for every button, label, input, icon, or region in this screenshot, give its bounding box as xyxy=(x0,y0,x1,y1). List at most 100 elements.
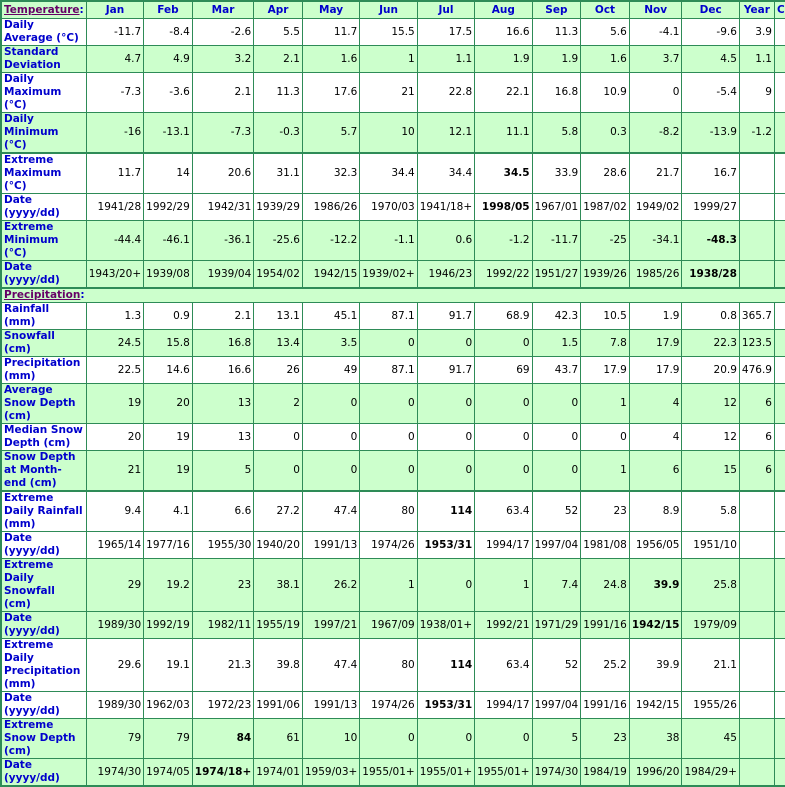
table-row-snowfall: Snowfall (cm) 24.5 15.8 16.8 13.4 3.5 0 0 0 1.5 7.… xyxy=(0,329,785,357)
cell-apr: 1939/29 xyxy=(253,193,303,221)
cell-nov: 39.9 xyxy=(628,638,683,692)
cell-apr: 13.4 xyxy=(253,329,303,357)
cell-aug: 1992/22 xyxy=(474,260,533,289)
cell-nov: 17.9 xyxy=(628,356,683,384)
precipitation-header: Precipitation: xyxy=(0,287,785,303)
precipitation-section: Rainfall (mm) 1.3 0.9 2.1 13.1 45.1 87.1 91.7 68… xyxy=(0,302,785,787)
cell-sep: 1997/04 xyxy=(531,691,582,719)
cell-year: -1.2 xyxy=(738,112,775,154)
row-label: Daily Average (°C) xyxy=(0,18,87,46)
cell-aug: 1998/05 xyxy=(474,193,533,221)
cell-apr: 1974/01 xyxy=(253,758,303,787)
cell-mar: 2.1 xyxy=(191,72,255,113)
cell-nov: -34.1 xyxy=(628,220,683,261)
cell-jun: 87.1 xyxy=(359,302,418,330)
precipitation-link[interactable]: Precipitation xyxy=(4,289,80,301)
cell-jun: 0 xyxy=(359,718,418,759)
cell-code: A xyxy=(773,356,785,384)
cell-feb: 4.1 xyxy=(143,490,193,532)
cell-sep: 5 xyxy=(531,718,582,759)
cell-aug: 69 xyxy=(474,356,533,384)
cell-feb: 0.9 xyxy=(143,302,193,330)
cell-feb: 1977/16 xyxy=(143,531,193,559)
cell-feb: -13.1 xyxy=(143,112,193,154)
cell-oct: 0 xyxy=(580,423,630,451)
row-label: Average Snow Depth (cm) xyxy=(0,383,87,424)
cell-apr: 26 xyxy=(253,356,303,384)
cell-jun: 0 xyxy=(359,383,418,424)
row-label: Date (yyyy/dd) xyxy=(0,691,87,719)
cell-code: A xyxy=(773,45,785,73)
cell-dec: 12 xyxy=(681,383,740,424)
cell-sep: -11.7 xyxy=(531,220,582,261)
cell-jun: 1967/09 xyxy=(359,611,418,639)
cell-may: 45.1 xyxy=(301,302,361,330)
cell-jul: 12.1 xyxy=(416,112,476,154)
cell-apr: 31.1 xyxy=(253,152,303,194)
cell-sep: 42.3 xyxy=(531,302,582,330)
temperature-section-title: Temperature: xyxy=(0,0,87,19)
row-label: Extreme Daily Snowfall (cm) xyxy=(0,558,87,612)
cell-jul: 0 xyxy=(416,558,476,612)
table-row-date: Date (yyyy/dd) 1989/30 1962/03 1972/23 1991/… xyxy=(0,691,785,719)
cell-apr: 2 xyxy=(253,383,303,424)
cell-dec: 1951/10 xyxy=(681,531,740,559)
cell-mar: 20.6 xyxy=(191,152,255,194)
cell-jul: 1946/23 xyxy=(416,260,476,289)
cell-nov: 1942/15 xyxy=(628,691,683,719)
table-row-rainfall: Rainfall (mm) 1.3 0.9 2.1 13.1 45.1 87.1 91.7 68… xyxy=(0,302,785,330)
cell-year: 6 xyxy=(738,423,775,451)
cell-may: 49 xyxy=(301,356,361,384)
cell-apr: 0 xyxy=(253,423,303,451)
temperature-link[interactable]: Temperature xyxy=(4,4,80,16)
cell-mar: -7.3 xyxy=(191,112,255,154)
cell-jan: 1989/30 xyxy=(85,611,145,639)
cell-jan: -16 xyxy=(85,112,145,154)
cell-may: 26.2 xyxy=(301,558,361,612)
table-row-date: Date (yyyy/dd) 1941/28 1992/29 1942/31 1939/… xyxy=(0,193,785,221)
cell-mar: 5 xyxy=(191,450,255,492)
cell-oct: 1 xyxy=(580,450,630,492)
cell-feb: 1939/08 xyxy=(143,260,193,289)
precipitation-title-row: Precipitation: xyxy=(0,287,785,303)
cell-year: 3.9 xyxy=(738,18,775,46)
cell-code xyxy=(773,611,785,639)
cell-apr: 39.8 xyxy=(253,638,303,692)
cell-jun: 1974/26 xyxy=(359,531,418,559)
cell-jul: 34.4 xyxy=(416,152,476,194)
cell-nov: 6 xyxy=(628,450,683,492)
cell-mar: 16.6 xyxy=(191,356,255,384)
cell-feb: 1992/19 xyxy=(143,611,193,639)
cell-mar: 16.8 xyxy=(191,329,255,357)
row-label: Extreme Daily Rainfall (mm) xyxy=(0,490,87,532)
cell-jul: 0 xyxy=(416,329,476,357)
cell-jun: 0 xyxy=(359,450,418,492)
cell-dec: 22.3 xyxy=(681,329,740,357)
cell-jun: 1955/01+ xyxy=(359,758,418,787)
cell-mar: 1939/04 xyxy=(191,260,255,289)
cell-jan: 1941/28 xyxy=(85,193,145,221)
cell-code: A xyxy=(773,72,785,113)
row-label: Standard Deviation xyxy=(0,45,87,73)
cell-jan: -44.4 xyxy=(85,220,145,261)
cell-oct: 24.8 xyxy=(580,558,630,612)
cell-nov: 1.9 xyxy=(628,302,683,330)
cell-feb: -46.1 xyxy=(143,220,193,261)
cell-jan: 9.4 xyxy=(85,490,145,532)
cell-jan: -11.7 xyxy=(85,18,145,46)
row-label: Date (yyyy/dd) xyxy=(0,531,87,559)
cell-may: 0 xyxy=(301,423,361,451)
table-row-extreme-daily-snowfall: Extreme Daily Snowfall (cm) 29 19.2 23 38.1 2… xyxy=(0,558,785,612)
row-label: Daily Maximum (°C) xyxy=(0,72,87,113)
cell-aug: 11.1 xyxy=(474,112,533,154)
row-label: Date (yyyy/dd) xyxy=(0,611,87,639)
cell-aug: 16.6 xyxy=(474,18,533,46)
table-row-daily-average: Daily Average (°C) -11.7 -8.4 -2.6 5.5 11.7 15… xyxy=(0,18,785,46)
cell-jun: 1 xyxy=(359,45,418,73)
table-row-date: Date (yyyy/dd) 1943/20+ 1939/08 1939/04 1954… xyxy=(0,260,785,289)
table-row-median-snow-depth: Median Snow Depth (cm)20191300000004126A xyxy=(0,423,785,451)
row-label: Precipitation (mm) xyxy=(0,356,87,384)
cell-jan: 1965/14 xyxy=(85,531,145,559)
cell-oct: 1987/02 xyxy=(580,193,630,221)
cell-sep: 1974/30 xyxy=(531,758,582,787)
